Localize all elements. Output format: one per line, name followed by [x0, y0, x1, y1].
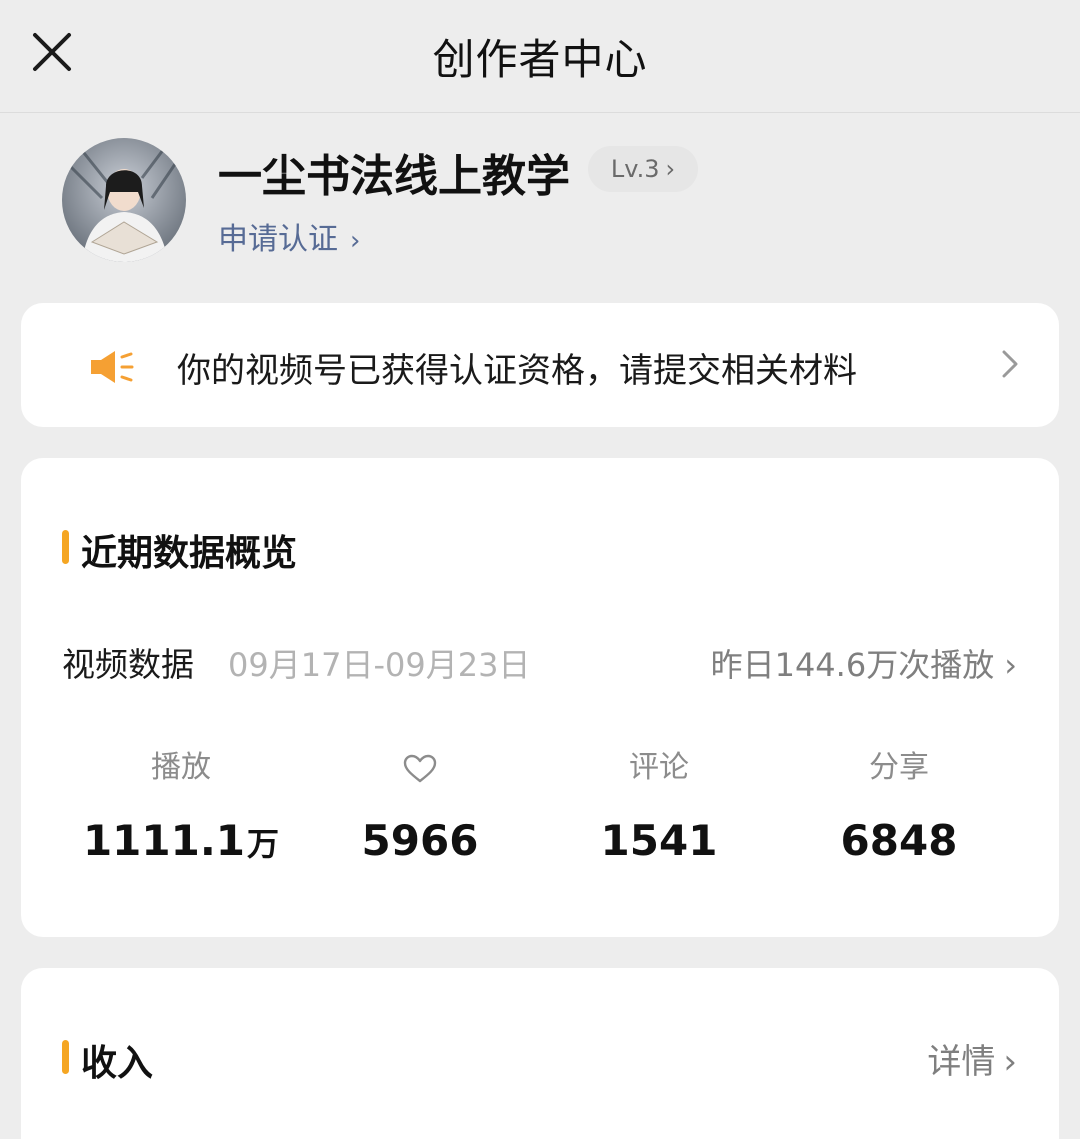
chevron-right-icon: ›: [1003, 1042, 1017, 1082]
metric-plays[interactable]: 播放 1111.1万: [51, 748, 311, 865]
yesterday-plays-label: 昨日144.6万次播放: [710, 646, 995, 684]
section-title: 近期数据概览: [81, 533, 298, 574]
metric-comments[interactable]: 评论 1541: [529, 748, 789, 865]
level-label: Lv.3: [610, 155, 660, 183]
speaker-icon: [91, 351, 134, 383]
chevron-right-icon: ›: [350, 226, 361, 256]
metric-value: 1541: [600, 816, 718, 865]
income-detail-link[interactable]: 详情 ›: [927, 1034, 1017, 1083]
metric-value: 1111.1万: [51, 816, 311, 865]
metric-label: 播放: [151, 750, 211, 785]
heart-icon: [403, 754, 437, 782]
verification-notice-card[interactable]: 你的视频号已获得认证资格，请提交相关材料: [21, 303, 1059, 427]
chevron-right-icon: [1002, 350, 1018, 378]
detail-label: 详情: [927, 1042, 996, 1082]
creator-center-page: 创作者中心 一尘书法线上教学 Lv.3 › 申请认证 › 你的视频号已获得认证资…: [0, 0, 1080, 1139]
metric-label: 评论: [629, 750, 689, 785]
yesterday-plays-link[interactable]: 昨日144.6万次播放 ›: [711, 640, 1017, 686]
notice-text: 你的视频号已获得认证资格，请提交相关材料: [177, 351, 857, 391]
avatar[interactable]: [62, 138, 186, 262]
metric-likes[interactable]: 5966: [290, 748, 550, 865]
section-accent-bar: [62, 1040, 69, 1074]
section-accent-bar: [62, 530, 69, 564]
recent-data-overview-card: 近期数据概览 视频数据 09月17日-09月23日 昨日144.6万次播放 › 播…: [21, 458, 1059, 937]
date-range: 09月17日-09月23日: [228, 646, 531, 684]
income-card: 收入 详情 ›: [21, 968, 1059, 1139]
metric-shares[interactable]: 分享 6848: [769, 748, 1029, 865]
chevron-right-icon: ›: [665, 155, 676, 183]
video-data-label: 视频数据: [62, 645, 194, 684]
profile-name: 一尘书法线上教学: [218, 151, 570, 202]
level-badge[interactable]: Lv.3 ›: [588, 146, 698, 192]
metric-label: [290, 748, 550, 788]
top-bar: 创作者中心: [0, 0, 1080, 113]
metric-value: 6848: [840, 816, 958, 865]
chevron-right-icon: ›: [1004, 646, 1017, 684]
metric-value: 5966: [361, 816, 479, 865]
income-title: 收入: [81, 1043, 154, 1084]
metric-label: 分享: [869, 750, 929, 785]
metric-number: 1111.1: [82, 816, 246, 865]
apply-label: 申请认证: [218, 222, 338, 257]
page-title: 创作者中心: [432, 35, 648, 84]
metric-unit: 万: [247, 825, 280, 863]
apply-verification-link[interactable]: 申请认证 ›: [218, 214, 360, 258]
